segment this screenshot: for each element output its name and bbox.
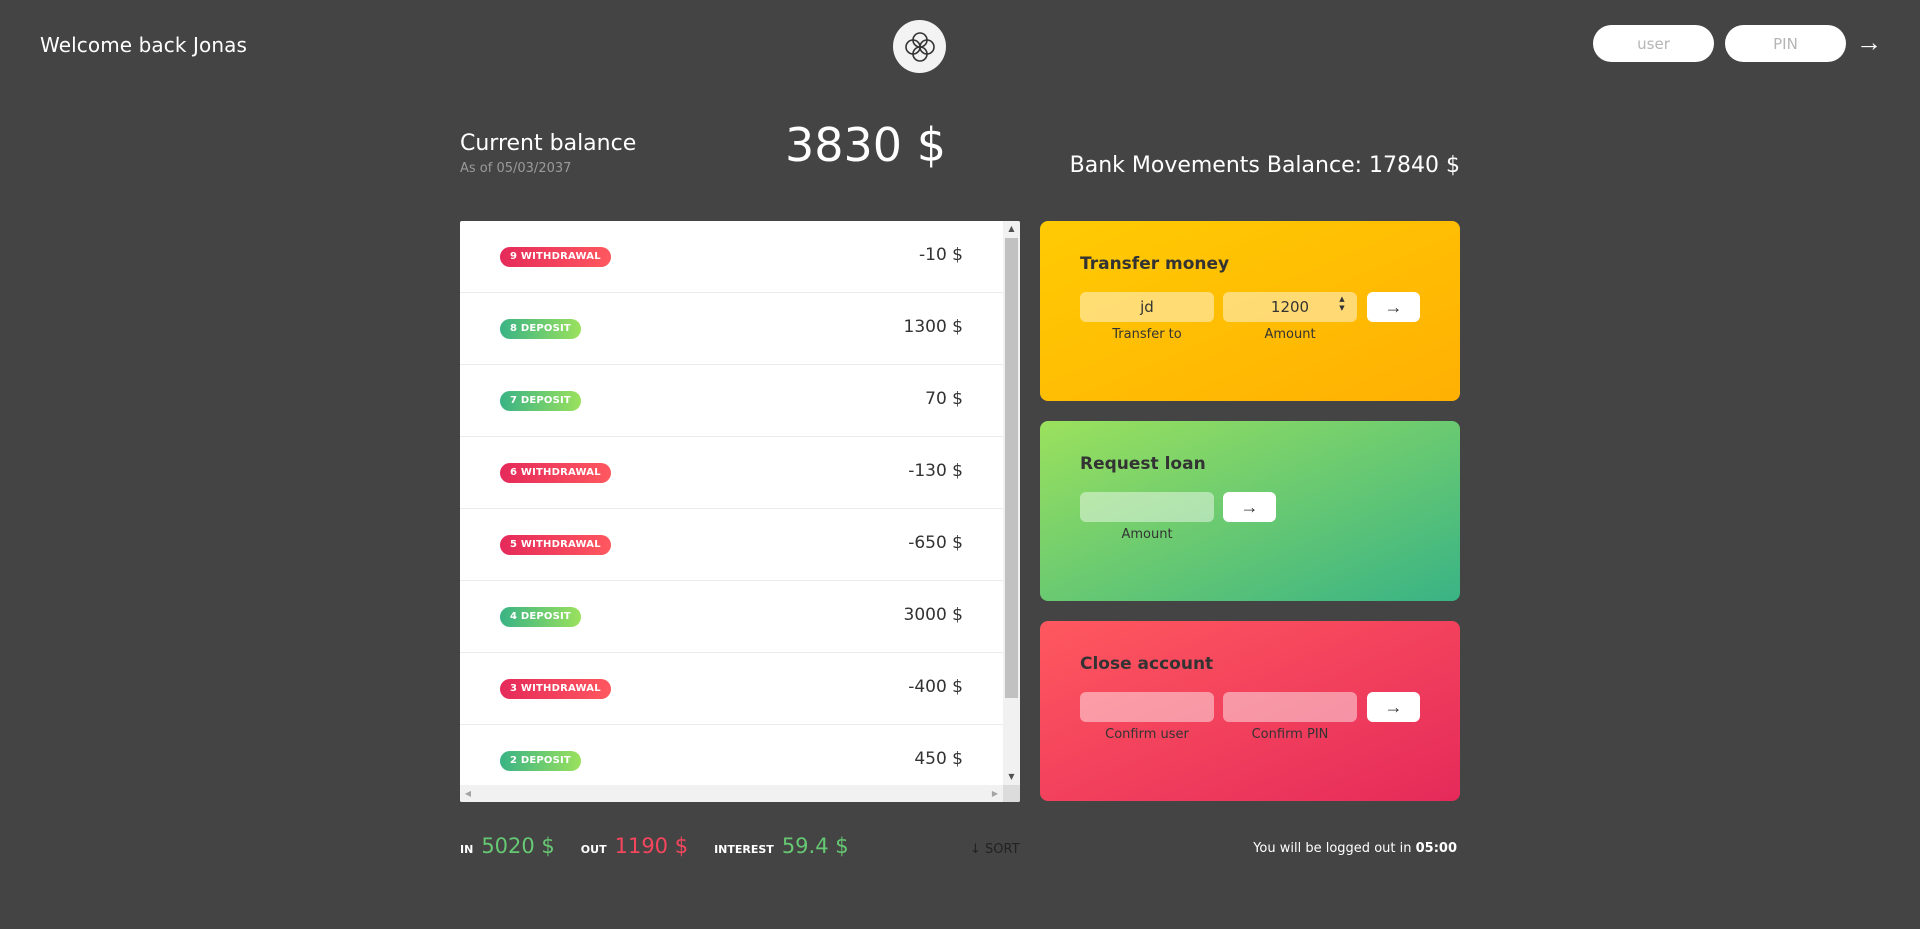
logout-timer: You will be logged out in 05:00 [1253,841,1457,856]
bank-logo [893,20,946,73]
scrollbar-thumb[interactable] [1005,238,1018,698]
movement-value: 450 $ [914,749,963,769]
transfer-money-card: Transfer money → Transfer to Amount [1040,221,1460,401]
summary-interest-value: 59.4 $ [781,834,849,858]
movement-type-badge: 6 withdrawal [500,463,611,483]
movement-type-badge: 9 withdrawal [500,247,611,267]
movement-row: 7 deposit 70 $ [460,365,1003,437]
welcome-message: Welcome back Jonas [40,33,248,57]
summary-interest-label: Interest [714,843,774,856]
balance-date-prefix: As of [460,161,497,176]
balance-label: Current balance [460,131,637,156]
movement-row: 8 deposit 1300 $ [460,293,1003,365]
stepper-up-icon[interactable]: ▲ [1339,295,1344,304]
bank-movements-balance: Bank Movements Balance: 17840 $ [1069,153,1460,178]
vertical-scrollbar[interactable]: ▲ ▼ [1003,221,1020,785]
summary-out-value: 1190 $ [614,834,689,858]
close-pin-input[interactable] [1223,692,1357,722]
movement-value: 3000 $ [903,605,963,625]
scroll-left-icon[interactable]: ◀ [460,785,476,802]
transfer-submit-button[interactable]: → [1367,292,1420,322]
close-account-card: Close account → Confirm user Confirm PIN [1040,621,1460,801]
balance-value: 3830 $ [785,118,946,172]
close-title: Close account [1080,654,1214,674]
loan-amount-input[interactable] [1080,492,1214,522]
logo-icon [904,31,935,62]
movement-row: 4 deposit 3000 $ [460,581,1003,653]
movement-type-badge: 5 withdrawal [500,535,611,555]
loan-submit-button[interactable]: → [1223,492,1276,522]
movement-value: -130 $ [908,461,963,481]
movement-type-badge: 3 withdrawal [500,679,611,699]
summary-in-value: 5020 $ [481,834,555,858]
close-submit-button[interactable]: → [1367,692,1420,722]
close-user-label: Confirm user [1105,727,1189,742]
movement-value: -650 $ [908,533,963,553]
movements-list[interactable]: 9 withdrawal -10 $ 8 deposit 1300 $ 7 deposi… [460,221,1003,785]
scrollbar-corner [1003,785,1020,802]
movement-row: 2 deposit 450 $ [460,725,1003,785]
movement-row: 3 withdrawal -400 $ [460,653,1003,725]
movement-value: 1300 $ [903,317,963,337]
movement-value: 70 $ [925,389,963,409]
top-nav: Welcome back Jonas → [0,0,1920,92]
login-pin-input[interactable] [1725,25,1846,62]
movement-type-badge: 7 deposit [500,391,581,411]
loan-amount-label: Amount [1121,527,1173,542]
loan-title: Request loan [1080,454,1206,474]
horizontal-scrollbar[interactable]: ◀ ▶ [460,785,1003,802]
movement-row: 6 withdrawal -130 $ [460,437,1003,509]
movements-panel: 9 withdrawal -10 $ 8 deposit 1300 $ 7 deposi… [460,221,1020,802]
movement-row: 5 withdrawal -650 $ [460,509,1003,581]
balance-date-value: 05/03/2037 [496,161,572,176]
arrow-right-icon: → [1856,27,1882,57]
sort-button[interactable]: ↓ SORT [970,842,1020,857]
logout-time: 05:00 [1415,841,1457,856]
scroll-down-icon[interactable]: ▼ [1003,769,1020,785]
transfer-to-label: Transfer to [1112,327,1182,342]
summary-in-label: In [460,843,474,856]
login-user-input[interactable] [1593,25,1714,62]
movement-type-badge: 2 deposit [500,751,581,771]
balance-date: As of 05/03/2037 [460,161,571,176]
transfer-to-input[interactable] [1080,292,1214,322]
scroll-up-icon[interactable]: ▲ [1003,221,1020,237]
summary-bar: In 5020 $ Out 1190 $ Interest 59.4 $ [460,834,875,864]
login-button[interactable]: → [1854,24,1884,60]
logout-text: You will be logged out in [1253,841,1416,856]
movement-type-badge: 4 deposit [500,607,581,627]
transfer-amount-label: Amount [1264,327,1316,342]
movement-type-badge: 8 deposit [500,319,581,339]
movement-row: 9 withdrawal -10 $ [460,221,1003,293]
scroll-right-icon[interactable]: ▶ [987,785,1003,802]
request-loan-card: Request loan → Amount [1040,421,1460,601]
close-pin-label: Confirm PIN [1251,727,1329,742]
close-user-input[interactable] [1080,692,1214,722]
transfer-title: Transfer money [1080,254,1230,274]
stepper-down-icon[interactable]: ▼ [1339,304,1344,313]
summary-out-label: Out [580,843,607,856]
movement-value: -10 $ [919,245,963,265]
movement-value: -400 $ [908,677,963,697]
amount-stepper[interactable]: ▲ ▼ [1335,292,1349,316]
